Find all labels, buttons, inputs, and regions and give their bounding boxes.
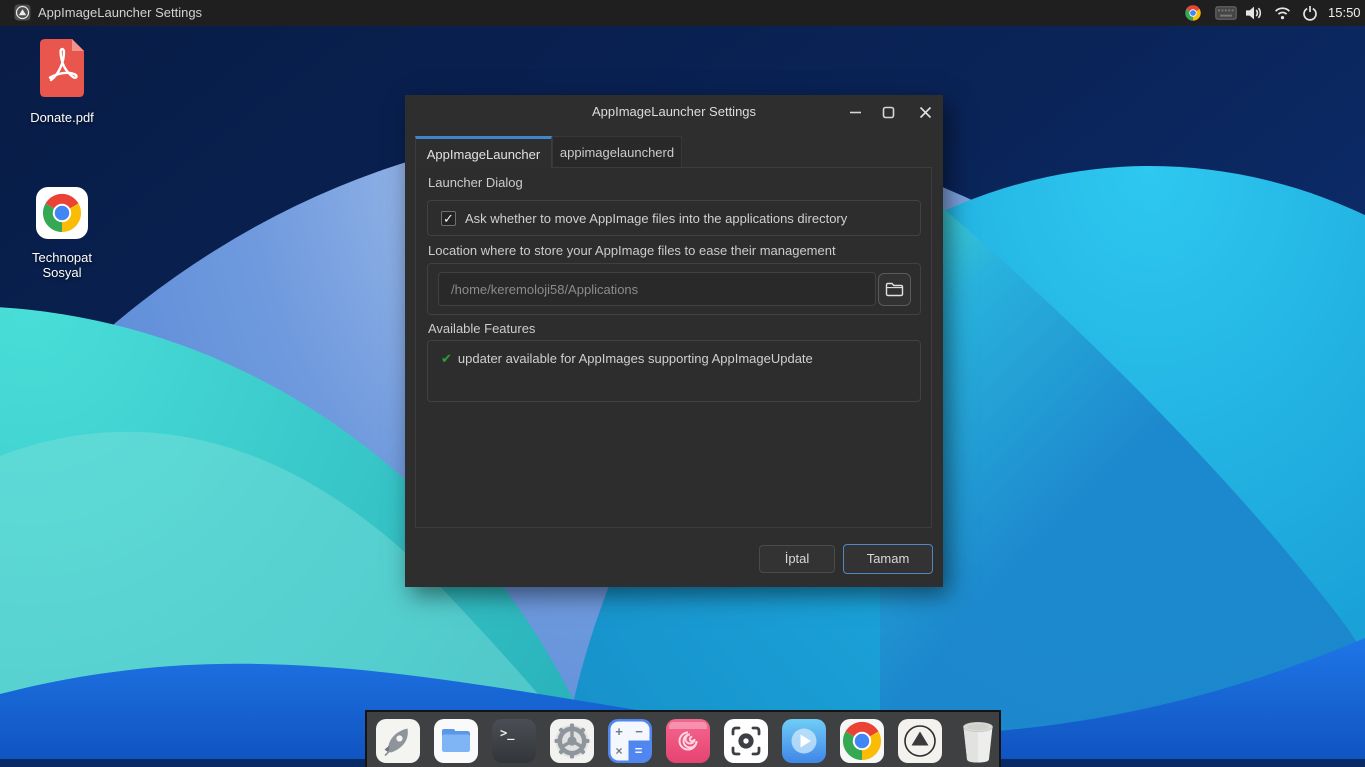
media-player-icon[interactable] [781, 718, 827, 764]
section-label-location: Location where to store your AppImage fi… [428, 243, 836, 258]
svg-text:−: − [635, 724, 643, 739]
chrome-tray-icon[interactable] [1185, 5, 1201, 21]
folder-icon [885, 282, 904, 297]
section-label-available-features: Available Features [428, 321, 536, 336]
section-label-launcher-dialog: Launcher Dialog [428, 175, 523, 190]
appimagelauncher-window-icon [14, 4, 31, 21]
feature-text: updater available for AppImages supporti… [457, 351, 813, 366]
svg-text:×: × [615, 744, 622, 758]
desktop-icon-label: Donate.pdf [30, 110, 94, 125]
features-groupbox: ✔ updater available for AppImages support… [427, 340, 921, 402]
chrome-browser-icon[interactable] [839, 718, 885, 764]
dock: >_ + − × = [365, 710, 1001, 767]
ok-button[interactable]: Tamam [843, 544, 933, 574]
desktop-icon-technopat-sosyal[interactable]: Technopat Sosyal [10, 186, 114, 280]
maximize-button[interactable] [876, 100, 900, 124]
clock[interactable]: 15:50 [1328, 0, 1361, 26]
terminal-icon[interactable]: >_ [491, 718, 537, 764]
app-launcher-icon[interactable] [375, 718, 421, 764]
tab-appimagelauncher[interactable]: AppImageLauncher [415, 136, 552, 168]
minimize-button[interactable] [843, 100, 867, 124]
location-groupbox [427, 263, 921, 315]
system-settings-icon[interactable] [549, 718, 595, 764]
green-check-icon: ✔ [441, 351, 452, 366]
appimage-location-input[interactable] [438, 272, 876, 306]
desktop-icon-label: Technopat Sosyal [32, 250, 92, 280]
svg-text:=: = [635, 743, 643, 758]
close-button[interactable] [913, 100, 937, 124]
desktop-icon-donate-pdf[interactable]: Donate.pdf [10, 36, 114, 125]
pdf-icon [40, 39, 84, 97]
keyboard-tray-icon[interactable] [1215, 6, 1237, 20]
cancel-button[interactable]: İptal [759, 545, 835, 573]
move-appimage-checkbox[interactable]: ✓ [441, 211, 456, 226]
screenshot-tool-icon[interactable] [723, 718, 769, 764]
move-appimage-checkbox-label[interactable]: Ask whether to move AppImage files into … [465, 201, 847, 237]
tab-appimagelauncherd[interactable]: appimagelauncherd [552, 136, 682, 168]
svg-text:>_: >_ [500, 726, 515, 741]
appimagelauncher-icon[interactable] [897, 718, 943, 764]
wifi-icon[interactable] [1274, 5, 1291, 21]
volume-icon[interactable] [1245, 5, 1262, 21]
power-icon[interactable] [1302, 5, 1318, 21]
calculator-icon[interactable]: + − × = [607, 718, 653, 764]
appimagelauncher-settings-window: AppImageLauncher Settings AppImageLaunch… [405, 95, 943, 587]
file-manager-icon[interactable] [433, 718, 479, 764]
browse-folder-button[interactable] [878, 273, 911, 306]
chrome-icon [36, 187, 88, 239]
svg-text:+: + [615, 724, 623, 739]
focused-window-title: AppImageLauncher Settings [38, 5, 203, 20]
pink-spiral-app-icon[interactable] [665, 718, 711, 764]
top-panel: AppImageLauncher Settings 15:50 [0, 0, 1365, 26]
feature-item: ✔ updater available for AppImages support… [441, 351, 813, 367]
trash-icon[interactable] [955, 718, 1001, 764]
launcher-dialog-groupbox: ✓ Ask whether to move AppImage files int… [427, 200, 921, 236]
